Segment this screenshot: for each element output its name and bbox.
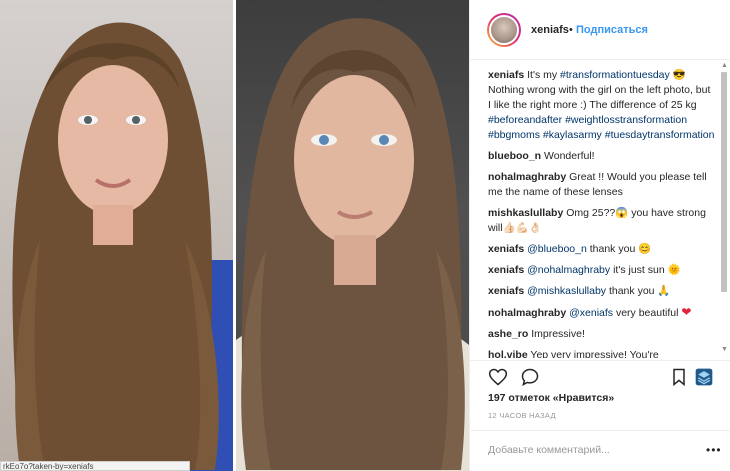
after-photo [236, 0, 469, 471]
comment-text: thank you 🙏 [606, 285, 671, 297]
scroll-down-arrow-icon[interactable]: ▼ [721, 346, 728, 353]
comment-item: xeniafs @mishkaslullaby thank you 🙏 [488, 284, 716, 299]
comment-bubble-icon[interactable] [520, 367, 540, 387]
comment-username[interactable]: blueboo_n [488, 150, 541, 162]
comment-item: nohalmaghraby Great !! Would you please … [488, 170, 716, 200]
action-bar [470, 360, 730, 390]
more-options-icon[interactable]: ••• [706, 443, 722, 457]
bookmark-icon[interactable] [669, 367, 689, 387]
comment-username[interactable]: mishkaslullaby [488, 207, 563, 219]
comment-text: thank you 😊 [586, 243, 652, 255]
hashtag-link[interactable]: #transformationtuesday [560, 69, 670, 81]
mention-link[interactable]: @mishkaslullaby [527, 285, 606, 297]
post-sidebar: xeniafs • Подписаться xeniafs It's my #t… [469, 0, 730, 471]
comment-username[interactable]: xeniafs [488, 264, 524, 276]
comment-username[interactable]: ashe_ro [488, 328, 528, 340]
comment-username[interactable]: xeniafs [488, 243, 524, 255]
avatar-story-ring[interactable] [487, 13, 521, 47]
comment-username[interactable]: xeniafs [488, 69, 524, 81]
before-photo-illustration [12, 22, 233, 471]
comment-username[interactable]: xeniafs [488, 285, 524, 297]
comment-username[interactable]: nohalmaghraby [488, 307, 566, 319]
comment-item: hol.vibe Yep very impressive! You're [488, 348, 716, 358]
comment-item: mishkaslullaby Omg 25??😱 you have strong… [488, 206, 716, 236]
comment-username[interactable]: hol.vibe [488, 349, 528, 358]
post-photo[interactable] [0, 0, 469, 471]
comment-text: it's just sun 🌞 [610, 264, 681, 276]
hashtag-link[interactable]: #kaylasarmy [543, 129, 602, 141]
layers-extension-icon[interactable] [694, 367, 714, 387]
comment-list[interactable]: xeniafs It's my #transformationtuesday 😎… [488, 68, 716, 358]
hashtag-link[interactable]: #weightlosstransformation [565, 114, 687, 126]
red-heart-emoji-icon: ❤ [681, 305, 692, 319]
before-photo [0, 0, 233, 471]
add-comment-input[interactable] [488, 441, 698, 459]
follow-button[interactable]: Подписаться [576, 24, 648, 36]
comment-item: xeniafs @blueboo_n thank you 😊 [488, 242, 716, 257]
browser-status-bar: rkEo7o?taken-by=xeniafs [0, 461, 190, 471]
hashtag-link[interactable]: #beforeandafter [488, 114, 562, 126]
comment-item: blueboo_n Wonderful! [488, 149, 716, 164]
hashtag-link[interactable]: #bbgmoms [488, 129, 540, 141]
after-photo-illustration [236, 18, 469, 471]
comment-item: nohalmaghraby @xeniafs very beautiful ❤ [488, 305, 716, 321]
comment-text: Wonderful! [544, 150, 595, 162]
scrollbar-thumb[interactable] [721, 72, 727, 292]
comments-scrollbar[interactable]: ▲ ▼ [719, 62, 729, 358]
mention-link[interactable]: @blueboo_n [527, 243, 587, 255]
mention-link[interactable]: @nohalmaghraby [527, 264, 610, 276]
comment-text: Impressive! [531, 328, 585, 340]
separator-dot: • [569, 24, 573, 36]
avatar[interactable] [489, 15, 519, 45]
comment-username[interactable]: nohalmaghraby [488, 171, 566, 183]
add-comment-section: ••• [470, 430, 730, 471]
mention-link[interactable]: @xeniafs [569, 307, 613, 319]
comment-text: It's my [527, 69, 561, 81]
post-owner-username[interactable]: xeniafs [531, 24, 569, 36]
post-timestamp[interactable]: 12 ЧАСОВ НАЗАД [488, 411, 556, 420]
hashtag-link[interactable]: #tuesdaytransformation [605, 129, 715, 141]
likes-count[interactable]: 197 отметок «Нравится» [488, 392, 614, 404]
post-header: xeniafs • Подписаться [470, 0, 730, 60]
comment-text: Yep very impressive! You're [530, 349, 659, 358]
comment-item: xeniafs @nohalmaghraby it's just sun 🌞 [488, 263, 716, 278]
heart-outline-icon[interactable] [488, 367, 508, 387]
scroll-up-arrow-icon[interactable]: ▲ [721, 62, 728, 69]
comment-item: xeniafs It's my #transformationtuesday 😎… [488, 68, 716, 143]
comment-text: very beautiful [613, 307, 682, 319]
comment-item: ashe_ro Impressive! [488, 327, 716, 342]
